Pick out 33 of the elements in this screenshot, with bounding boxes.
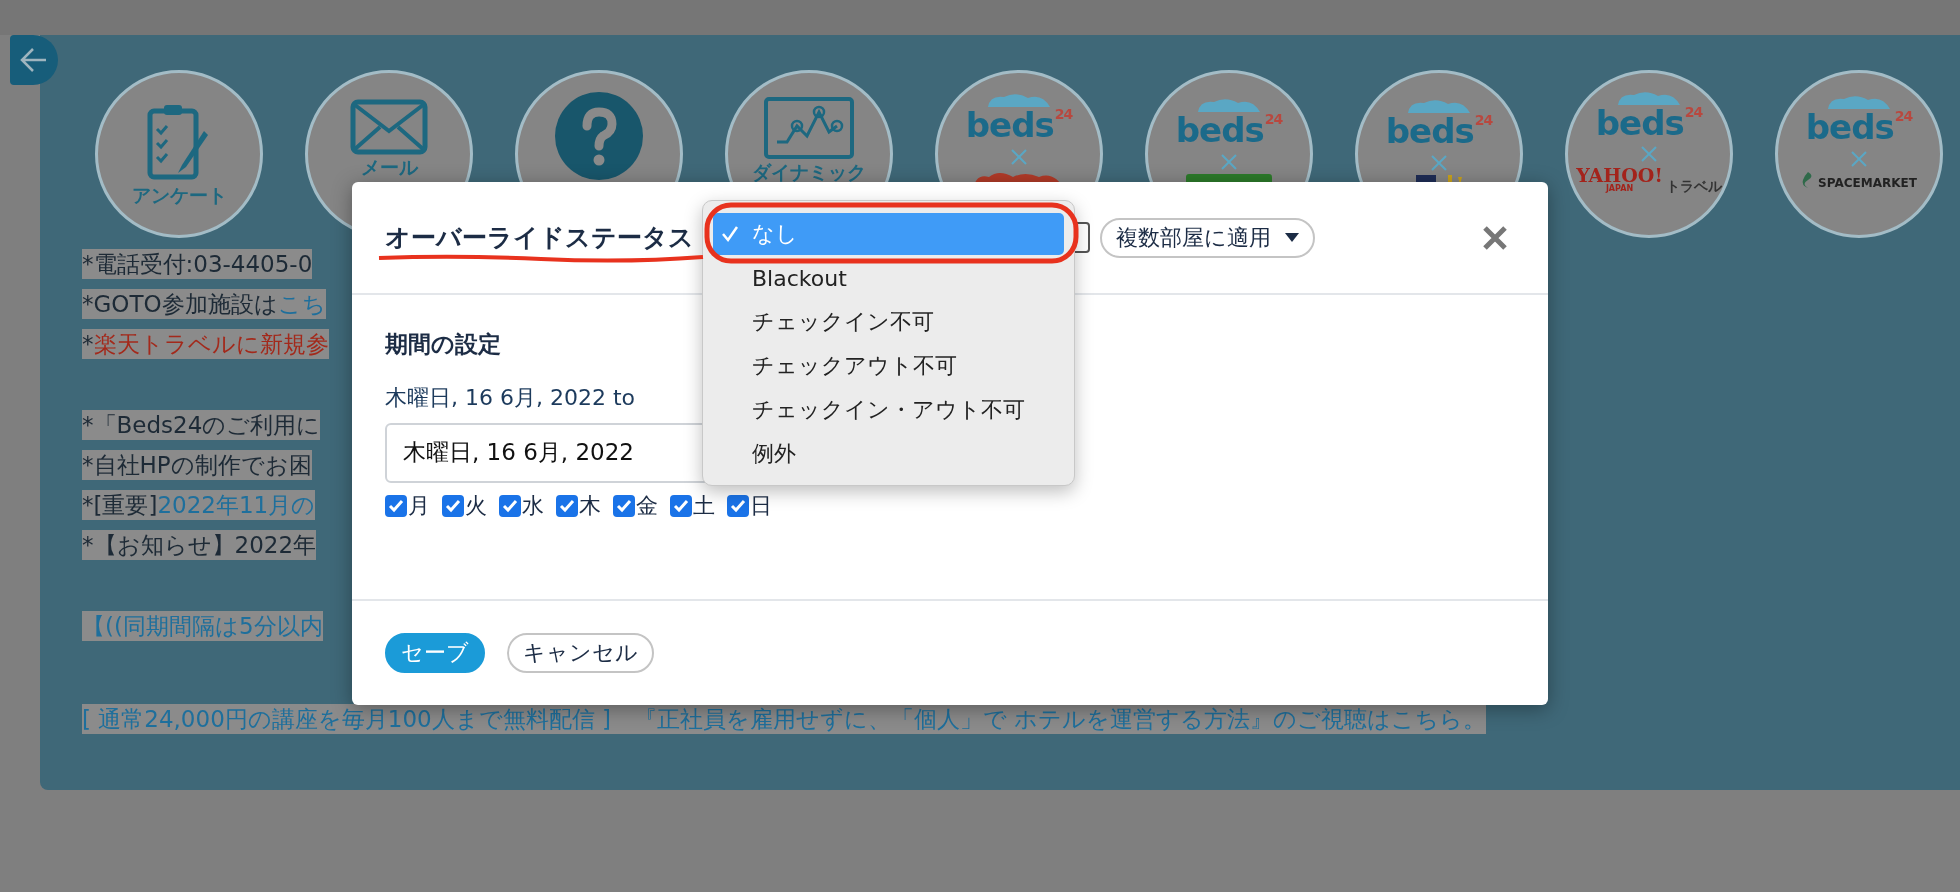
weekday-label: 日 [750, 492, 772, 520]
notice-text: *GOTO参加施設は [82, 289, 278, 319]
section-title: 期間の設定 [385, 331, 501, 359]
notice-link[interactable]: 【((同期間隔は5分以内 [82, 611, 323, 641]
weekday-label: 木 [579, 492, 601, 520]
save-button[interactable]: セーブ [385, 633, 485, 673]
notice-link[interactable]: 2022年11月の [157, 490, 316, 520]
dropdown-option[interactable]: チェックイン不可 [713, 301, 1064, 343]
notice-text: *自社HPの制作でお困 [82, 450, 312, 480]
dropdown-option[interactable]: なし [713, 213, 1064, 255]
dropdown-option[interactable]: チェックアウト不可 [713, 345, 1064, 387]
weekday-label: 金 [636, 492, 658, 520]
weekday-label: 月 [408, 492, 430, 520]
notice-text: *【お知らせ】2022年 [82, 530, 317, 560]
notice-link[interactable]: 楽天トラベルに新規参 [93, 329, 329, 359]
shortcut-circle[interactable]: アンケート [95, 70, 263, 238]
dropdown-option[interactable]: Blackout [713, 257, 1064, 299]
partner-logo: SPACEMARKET [1818, 176, 1917, 189]
apply-menu-button[interactable]: 複数部屋に適用 [1100, 217, 1315, 258]
weekday-label: 火 [465, 492, 487, 520]
weekday-label: 水 [522, 492, 544, 520]
notice-text: *「Beds24のご利用に [82, 410, 321, 440]
notice-text: *電話受付:03-4405-0 [82, 249, 313, 279]
shortcut-label: アンケート [131, 184, 227, 206]
notice-link[interactable]: [ 通常24,000円の講座を毎月100人まで無料配信 ] 『正社員を雇用せずに、「個人」で ホテルを運営する方法』のご視聴はこちら。 [82, 704, 1487, 734]
notice-text: *[重要] [82, 490, 158, 520]
notice-text: * [82, 329, 94, 359]
shortcut-label: ダイナミック [752, 161, 866, 183]
date-range-text: 木曜日, 16 6月, 2022 to [385, 384, 636, 411]
shortcut-label: メール [360, 156, 418, 178]
weekday-label: 土 [693, 492, 715, 520]
cancel-button[interactable]: キャンセル [507, 633, 654, 673]
notice-link[interactable]: こち [277, 289, 326, 319]
